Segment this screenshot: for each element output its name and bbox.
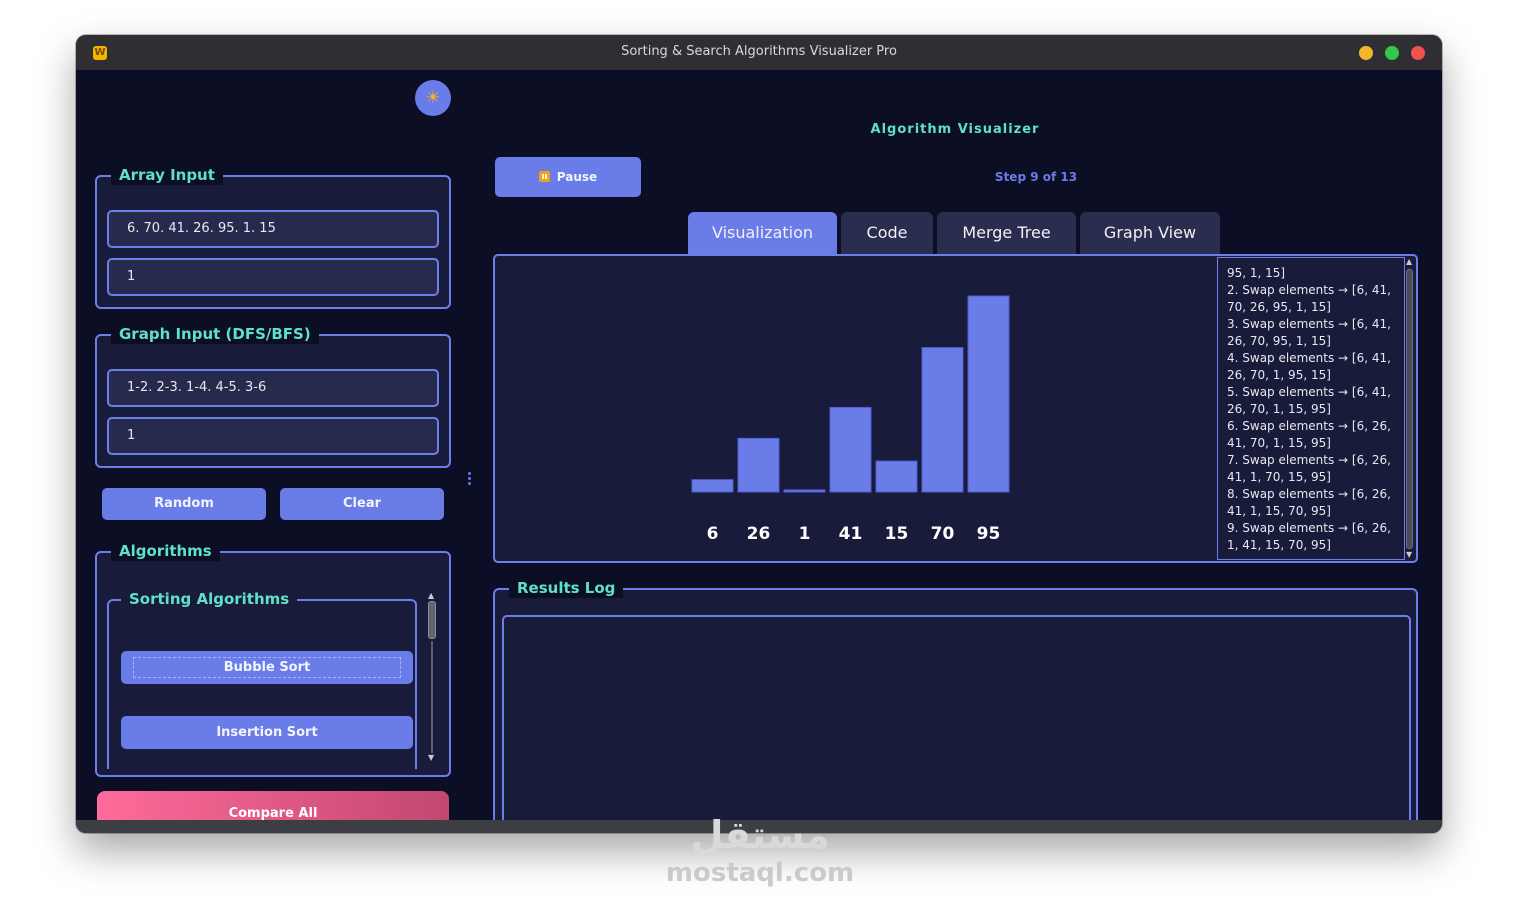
close-button[interactable] [1411, 46, 1425, 60]
pause-icon [538, 171, 550, 182]
bar-value-label: 26 [747, 524, 771, 544]
graph-start-node-input[interactable]: 1 [107, 417, 439, 455]
scroll-down-arrow-icon[interactable]: ▼ [1406, 550, 1412, 559]
bar-value-label: 15 [885, 524, 909, 544]
algorithms-scrollbar[interactable]: ▲ ▼ [427, 591, 437, 763]
page-title: Algorithm Visualizer [870, 122, 1040, 137]
graph-edges-input[interactable]: 1-2. 2-3. 1-4. 4-5. 3-6 [107, 369, 439, 407]
step-log-list: 95, 1, 15] 2. Swap elements → [6, 41, 70,… [1217, 257, 1405, 560]
tab-visualization[interactable]: Visualization [688, 212, 837, 254]
chart-bar [921, 347, 964, 493]
step-log-entry: 9. Swap elements → [6, 26, 1, 41, 15, 70… [1227, 521, 1391, 552]
sun-icon: ☀ [425, 88, 441, 108]
step-log-entry: 8. Swap elements → [6, 26, 41, 1, 15, 70… [1227, 487, 1391, 518]
array-input-group: Array Input 6. 70. 41. 26. 95. 1. 15 1 [95, 165, 451, 309]
pause-label: Pause [556, 170, 598, 184]
algorithms-group: Algorithms Sorting Algorithms Bubble Sor… [95, 541, 451, 777]
step-counter: Step 9 of 13 [994, 170, 1078, 184]
bubble-sort-button[interactable]: Bubble Sort [121, 651, 413, 684]
tab-graph-view[interactable]: Graph View [1080, 212, 1220, 254]
title-bar[interactable]: W Sorting & Search Algorithms Visualizer… [76, 35, 1442, 70]
scrollbar-thumb[interactable] [428, 601, 436, 639]
tab-merge-tree[interactable]: Merge Tree [937, 212, 1076, 254]
sorting-algorithms-group: Sorting Algorithms Bubble Sort Insertion… [107, 589, 417, 769]
step-log-entry: 2. Swap elements → [6, 41, 70, 26, 95, 1… [1227, 283, 1391, 314]
watermark-arabic: مستقل [690, 813, 830, 857]
chart-bar [875, 460, 918, 493]
bar-value-label: 41 [839, 524, 863, 544]
scrollbar-rail [431, 641, 433, 753]
main-content: ☀ Array Input 6. 70. 41. 26. 95. 1. 15 1… [80, 70, 1438, 833]
chart-bar [783, 489, 826, 493]
array-input-legend: Array Input [111, 165, 223, 185]
step-log-scrollbar[interactable]: ▲ ▼ [1405, 257, 1415, 560]
theme-toggle-button[interactable]: ☀ [415, 80, 451, 116]
watermark: مستقل mostaql.com [620, 812, 900, 888]
scroll-up-arrow-icon[interactable]: ▲ [428, 591, 434, 600]
graph-input-group: Graph Input (DFS/BFS) 1-2. 2-3. 1-4. 4-5… [95, 324, 451, 468]
scroll-down-arrow-icon[interactable]: ▼ [428, 753, 434, 762]
minimize-button[interactable] [1359, 46, 1373, 60]
step-log-entry: 7. Swap elements → [6, 26, 41, 1, 70, 15… [1227, 453, 1391, 484]
results-log-group: Results Log [493, 578, 1418, 833]
array-values-input[interactable]: 6. 70. 41. 26. 95. 1. 15 [107, 210, 439, 248]
chart-bar [829, 406, 872, 493]
graph-input-legend: Graph Input (DFS/BFS) [111, 324, 319, 344]
step-log-entry: 4. Swap elements → [6, 41, 26, 70, 1, 95… [1227, 351, 1391, 382]
insertion-sort-button[interactable]: Insertion Sort [121, 716, 413, 749]
chart-bar [737, 437, 780, 493]
step-log-entry: 6. Swap elements → [6, 26, 41, 70, 1, 15… [1227, 419, 1391, 450]
bar-value-label: 70 [931, 524, 955, 544]
random-button[interactable]: Random [102, 488, 266, 520]
results-log-legend: Results Log [509, 578, 624, 598]
app-window: W Sorting & Search Algorithms Visualizer… [76, 35, 1442, 833]
watermark-latin: mostaql.com [665, 858, 855, 888]
bar-chart: 6 26 1 41 15 70 95 [691, 295, 1010, 544]
scrollbar-thumb[interactable] [1406, 269, 1413, 549]
search-target-input[interactable]: 1 [107, 258, 439, 296]
visualization-panel: 6 26 1 41 15 70 95 95, 1, 15] 2. Swap elements … [493, 254, 1418, 563]
pause-button[interactable]: Pause [495, 157, 641, 197]
bubble-sort-label: Bubble Sort [223, 660, 311, 675]
splitter-handle[interactable] [468, 472, 472, 488]
sorting-algorithms-legend: Sorting Algorithms [121, 589, 298, 609]
bar-value-label: 1 [799, 524, 811, 544]
step-log-entry: 3. Swap elements → [6, 41, 26, 70, 95, 1… [1227, 317, 1391, 348]
window-title: Sorting & Search Algorithms Visualizer P… [621, 44, 897, 59]
chart-bar [691, 479, 734, 493]
algorithms-legend: Algorithms [111, 541, 220, 561]
clear-button[interactable]: Clear [280, 488, 444, 520]
chart-bar [967, 295, 1010, 493]
bar-value-label: 95 [977, 524, 1001, 544]
step-log-entry: 5. Swap elements → [6, 41, 26, 70, 1, 15… [1227, 385, 1391, 416]
scroll-up-arrow-icon[interactable]: ▲ [1406, 257, 1412, 266]
results-log-area[interactable] [502, 615, 1411, 826]
step-log-entry: 95, 1, 15] [1227, 266, 1286, 280]
tab-code[interactable]: Code [841, 212, 933, 254]
maximize-button[interactable] [1385, 46, 1399, 60]
bar-value-label: 6 [707, 524, 719, 544]
